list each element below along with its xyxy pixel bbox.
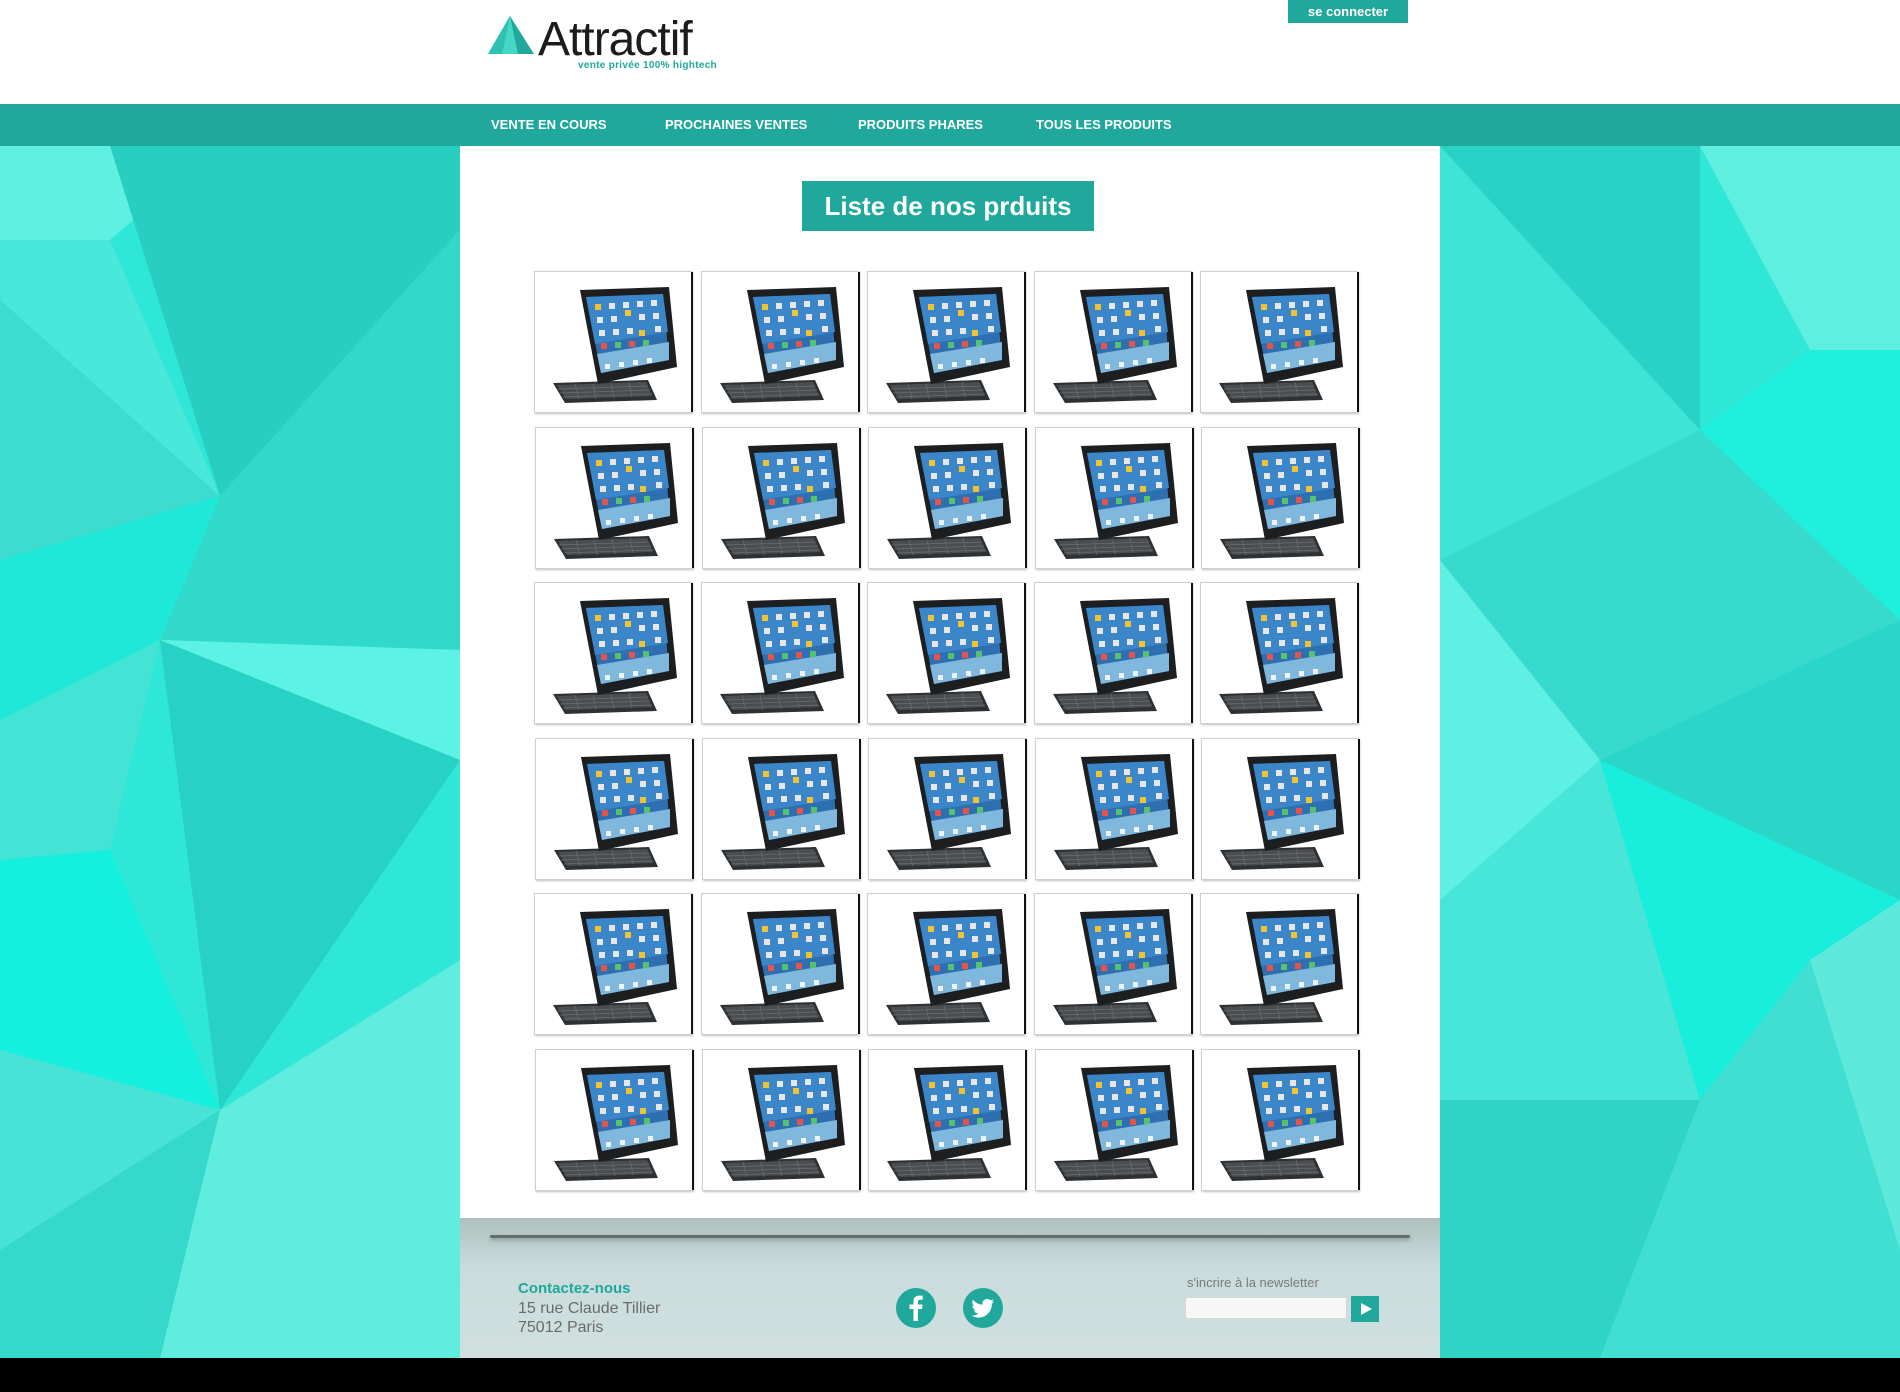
product-image	[1053, 287, 1177, 403]
product-image	[1220, 1065, 1344, 1181]
product-image	[553, 287, 677, 403]
address-city: 75012 Paris	[518, 1319, 604, 1336]
product-image	[1054, 754, 1178, 870]
site-footer: Contactez-nous 15 rue Claude Tillier 750…	[460, 1218, 1440, 1358]
product-image	[721, 443, 845, 559]
product-tile[interactable]	[1035, 1049, 1194, 1191]
product-tile[interactable]	[702, 427, 861, 569]
product-image	[721, 1065, 845, 1181]
twitter-icon[interactable]	[963, 1288, 1003, 1328]
nav-item-prochaines-ventes[interactable]: PROCHAINES VENTES	[665, 104, 807, 146]
product-tile[interactable]	[534, 582, 693, 724]
product-image	[887, 443, 1011, 559]
product-image	[554, 754, 678, 870]
newsletter-label: s'incrire à la newsletter	[1187, 1275, 1319, 1290]
nav-item-produits-phares[interactable]: PRODUITS PHARES	[858, 104, 983, 146]
product-image	[553, 909, 677, 1025]
brand-tagline: vente privée 100% hightech	[578, 60, 717, 71]
nav-item-vente-en-cours[interactable]: VENTE EN COURS	[491, 104, 607, 146]
address-street: 15 rue Claude Tillier	[518, 1300, 661, 1317]
product-tile[interactable]	[701, 582, 860, 724]
product-image	[1220, 443, 1344, 559]
main-content: Liste de nos prduits	[460, 146, 1440, 1218]
newsletter-submit-button[interactable]	[1351, 1296, 1379, 1322]
product-tile[interactable]	[535, 738, 694, 880]
product-image	[887, 754, 1011, 870]
product-image	[1219, 909, 1343, 1025]
product-image	[1219, 287, 1343, 403]
product-image	[554, 1065, 678, 1181]
login-button[interactable]: se connecter	[1288, 0, 1408, 23]
product-image	[1054, 443, 1178, 559]
product-tile[interactable]	[1201, 1049, 1360, 1191]
facebook-icon[interactable]	[896, 1288, 936, 1328]
product-tile[interactable]	[1034, 582, 1193, 724]
product-tile[interactable]	[1201, 427, 1360, 569]
product-image	[1054, 1065, 1178, 1181]
product-tile[interactable]	[868, 427, 1027, 569]
main-navigation: VENTE EN COURS PROCHAINES VENTES PRODUIT…	[0, 104, 1900, 146]
product-image	[1053, 598, 1177, 714]
product-tile[interactable]	[702, 1049, 861, 1191]
product-image	[1220, 754, 1344, 870]
site-header: Attractif vente privée 100% hightech se …	[0, 0, 1900, 104]
product-tile[interactable]	[1034, 893, 1193, 1035]
product-tile[interactable]	[1201, 738, 1360, 880]
product-tile[interactable]	[702, 738, 861, 880]
product-tile[interactable]	[867, 893, 1026, 1035]
product-image	[886, 287, 1010, 403]
product-image	[886, 598, 1010, 714]
nav-item-tous-les-produits[interactable]: TOUS LES PRODUITS	[1036, 104, 1172, 146]
footer-divider	[490, 1235, 1410, 1238]
product-tile[interactable]	[868, 1049, 1027, 1191]
product-tile[interactable]	[1035, 427, 1194, 569]
product-image	[720, 287, 844, 403]
product-image	[720, 909, 844, 1025]
product-tile[interactable]	[1034, 271, 1193, 413]
product-grid	[460, 146, 1440, 1218]
product-tile[interactable]	[1200, 271, 1359, 413]
product-tile[interactable]	[1200, 893, 1359, 1035]
product-image	[1219, 598, 1343, 714]
product-tile[interactable]	[867, 271, 1026, 413]
product-tile[interactable]	[1200, 582, 1359, 724]
product-image	[720, 598, 844, 714]
product-image	[721, 754, 845, 870]
product-tile[interactable]	[868, 738, 1027, 880]
triangle-logo-icon	[488, 16, 534, 54]
product-tile[interactable]	[534, 893, 693, 1035]
newsletter-email-input[interactable]	[1185, 1297, 1347, 1319]
product-image	[1053, 909, 1177, 1025]
product-tile[interactable]	[1035, 738, 1194, 880]
product-image	[886, 909, 1010, 1025]
product-tile[interactable]	[535, 427, 694, 569]
product-image	[554, 443, 678, 559]
product-tile[interactable]	[867, 582, 1026, 724]
product-image	[887, 1065, 1011, 1181]
product-tile[interactable]	[701, 271, 860, 413]
product-image	[553, 598, 677, 714]
product-tile[interactable]	[535, 1049, 694, 1191]
contact-title: Contactez-nous	[518, 1280, 631, 1297]
brand-logo[interactable]: Attractif vente privée 100% hightech	[488, 12, 728, 74]
product-tile[interactable]	[701, 893, 860, 1035]
product-tile[interactable]	[534, 271, 693, 413]
